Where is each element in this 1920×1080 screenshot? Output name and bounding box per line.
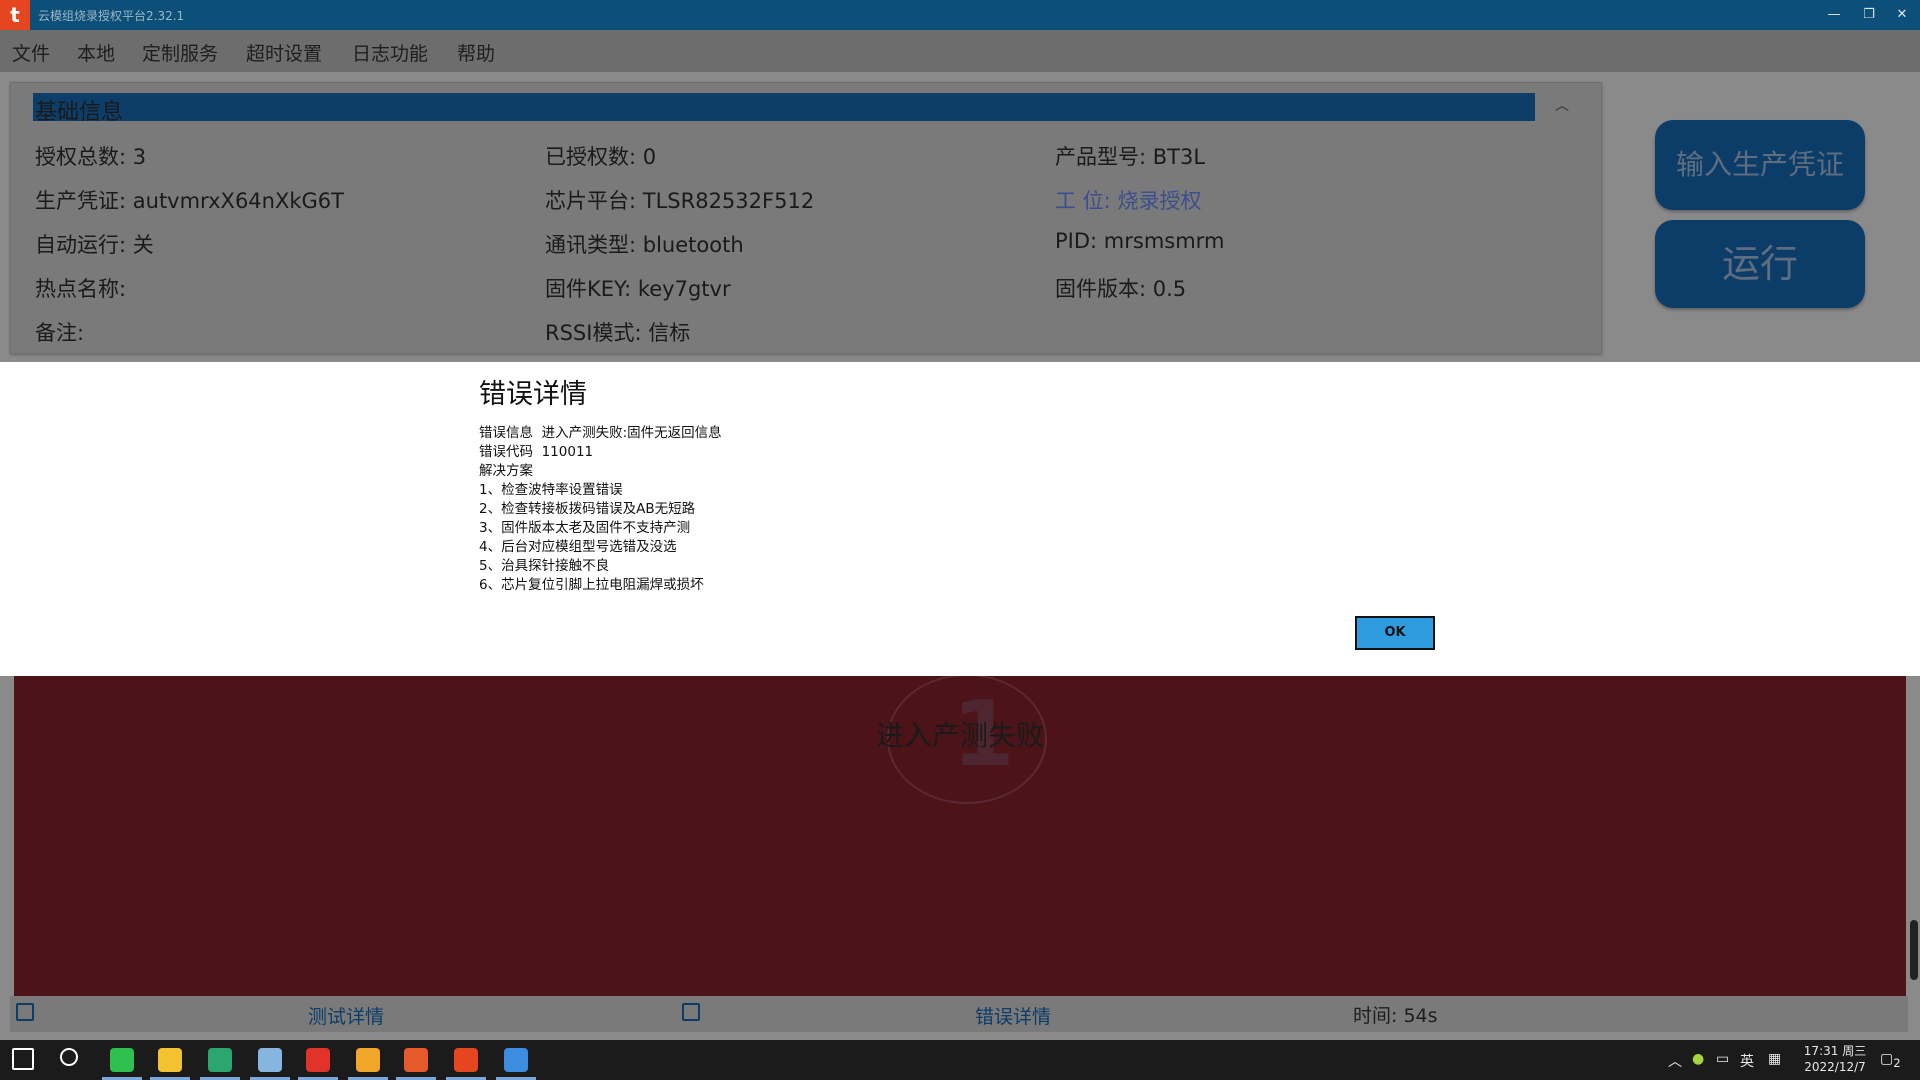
code-app-icon[interactable] xyxy=(208,1048,232,1072)
field-rssi-mode: RSSI模式: 信标 xyxy=(545,321,691,345)
chrome-icon[interactable] xyxy=(504,1048,528,1072)
file-explorer-icon[interactable] xyxy=(158,1048,182,1072)
menu-log[interactable]: 日志功能 xyxy=(352,39,428,66)
basic-info-title: 基础信息 xyxy=(35,100,124,125)
field-authorized: 已授权数: 0 xyxy=(545,145,657,169)
menu-local[interactable]: 本地 xyxy=(77,39,115,66)
ok-button[interactable]: OK xyxy=(1355,616,1435,650)
solution-label: 解决方案 xyxy=(479,463,533,479)
menu-bar: 文件 本地 定制服务 超时设置 日志功能 帮助 xyxy=(0,30,1920,72)
result-area: 1 进入产测失败 xyxy=(14,674,1906,996)
notes-icon[interactable] xyxy=(258,1048,282,1072)
field-firmware-version: 固件版本: 0.5 xyxy=(1055,277,1187,301)
search-icon[interactable] xyxy=(60,1048,78,1066)
solution-item: 4、后台对应模组型号选错及没选 xyxy=(479,539,677,555)
error-code-line: 错误代码 110011 xyxy=(479,444,594,460)
menu-file[interactable]: 文件 xyxy=(12,39,50,66)
field-auto-run: 自动运行: 关 xyxy=(35,233,154,257)
status-bar: 测试详情 错误详情 时间: 54s xyxy=(10,996,1908,1032)
pdf-icon[interactable] xyxy=(404,1048,428,1072)
vertical-scrollbar[interactable] xyxy=(1910,920,1918,980)
field-production-credential: 生产凭证: autvmrxX64nXkG6T xyxy=(35,189,344,213)
minimize-icon[interactable]: — xyxy=(1820,4,1848,26)
field-firmware-key: 固件KEY: key7gtvr xyxy=(545,277,731,301)
tuya-icon[interactable] xyxy=(454,1048,478,1072)
basic-info-panel: 基础信息 ︿ 授权总数: 3 已授权数: 0 产品型号: BT3L 生产凭证: … xyxy=(10,82,1602,354)
notification-icon[interactable]: ▢2 xyxy=(1880,1051,1901,1070)
wechat-icon[interactable] xyxy=(110,1048,134,1072)
solution-item: 3、固件版本太老及固件不支持产测 xyxy=(479,520,691,536)
field-hotspot-name: 热点名称: xyxy=(35,277,127,301)
magnifier-doc-icon[interactable] xyxy=(16,1003,34,1021)
shield-plus-icon[interactable]: ● xyxy=(1692,1051,1704,1067)
magnifier-doc-icon[interactable] xyxy=(682,1003,700,1021)
menu-custom-service[interactable]: 定制服务 xyxy=(142,39,218,66)
field-product-model: 产品型号: BT3L xyxy=(1055,145,1206,169)
menu-help[interactable]: 帮助 xyxy=(457,39,495,66)
chevron-up-icon[interactable]: ︿ xyxy=(1668,1051,1682,1071)
elapsed-time: 时间: 54s xyxy=(1353,1005,1438,1027)
dialog-title: 错误详情 xyxy=(479,379,587,410)
ime-indicator[interactable]: 英 xyxy=(1740,1051,1754,1071)
taskbar: ︿ ● ▭ 英 ▦ 17:31 周三 2022/12/7 ▢2 xyxy=(0,1040,1920,1080)
basic-info-header[interactable]: 基础信息 xyxy=(33,93,1535,125)
files-icon[interactable] xyxy=(356,1048,380,1072)
solution-item: 6、芯片复位引脚上拉电阻漏焊或损坏 xyxy=(479,577,704,593)
chevron-up-icon[interactable]: ︿ xyxy=(1555,95,1569,115)
input-credential-button[interactable]: 输入生产凭证 xyxy=(1655,120,1865,210)
error-info-line: 错误信息 进入产测失败:固件无返回信息 xyxy=(479,425,722,441)
menu-timeout-settings[interactable]: 超时设置 xyxy=(246,39,322,66)
title-bar: t 云模组烧录授权平台2.32.1 — ❐ ✕ xyxy=(0,0,1920,30)
solution-item: 2、检查转接板拨码错误及AB无短路 xyxy=(479,501,696,517)
test-detail-link[interactable]: 测试详情 xyxy=(308,1002,384,1029)
field-remark: 备注: xyxy=(35,321,85,345)
keyboard-icon[interactable]: ▦ xyxy=(1768,1051,1781,1067)
solution-item: 5、治具探针接触不良 xyxy=(479,558,610,574)
app-logo-icon: t xyxy=(0,0,30,30)
close-icon[interactable]: ✕ xyxy=(1888,4,1916,26)
solution-item: 1、检查波特率设置错误 xyxy=(479,482,623,498)
field-total-auth: 授权总数: 3 xyxy=(35,145,147,169)
restore-icon[interactable]: ❐ xyxy=(1855,4,1883,26)
field-station-link[interactable]: 工 位: 烧录授权 xyxy=(1055,185,1201,215)
error-detail-dialog: 错误详情 错误信息 进入产测失败:固件无返回信息 错误代码 110011 解决方… xyxy=(0,362,1920,676)
field-pid: PID: mrsmsmrm xyxy=(1055,229,1225,253)
run-button[interactable]: 运行 xyxy=(1655,220,1865,308)
wps-icon[interactable] xyxy=(306,1048,330,1072)
network-icon[interactable]: ▭ xyxy=(1716,1051,1729,1067)
error-detail-link[interactable]: 错误详情 xyxy=(975,1002,1051,1029)
windows-start-icon[interactable] xyxy=(12,1048,34,1070)
field-chip-platform: 芯片平台: TLSR82532F512 xyxy=(545,189,815,213)
window-title: 云模组烧录授权平台2.32.1 xyxy=(38,9,185,23)
field-comm-type: 通讯类型: bluetooth xyxy=(545,233,744,257)
system-clock[interactable]: 17:31 周三 2022/12/7 xyxy=(1800,1043,1870,1075)
result-text: 进入产测失败 xyxy=(875,719,1044,752)
